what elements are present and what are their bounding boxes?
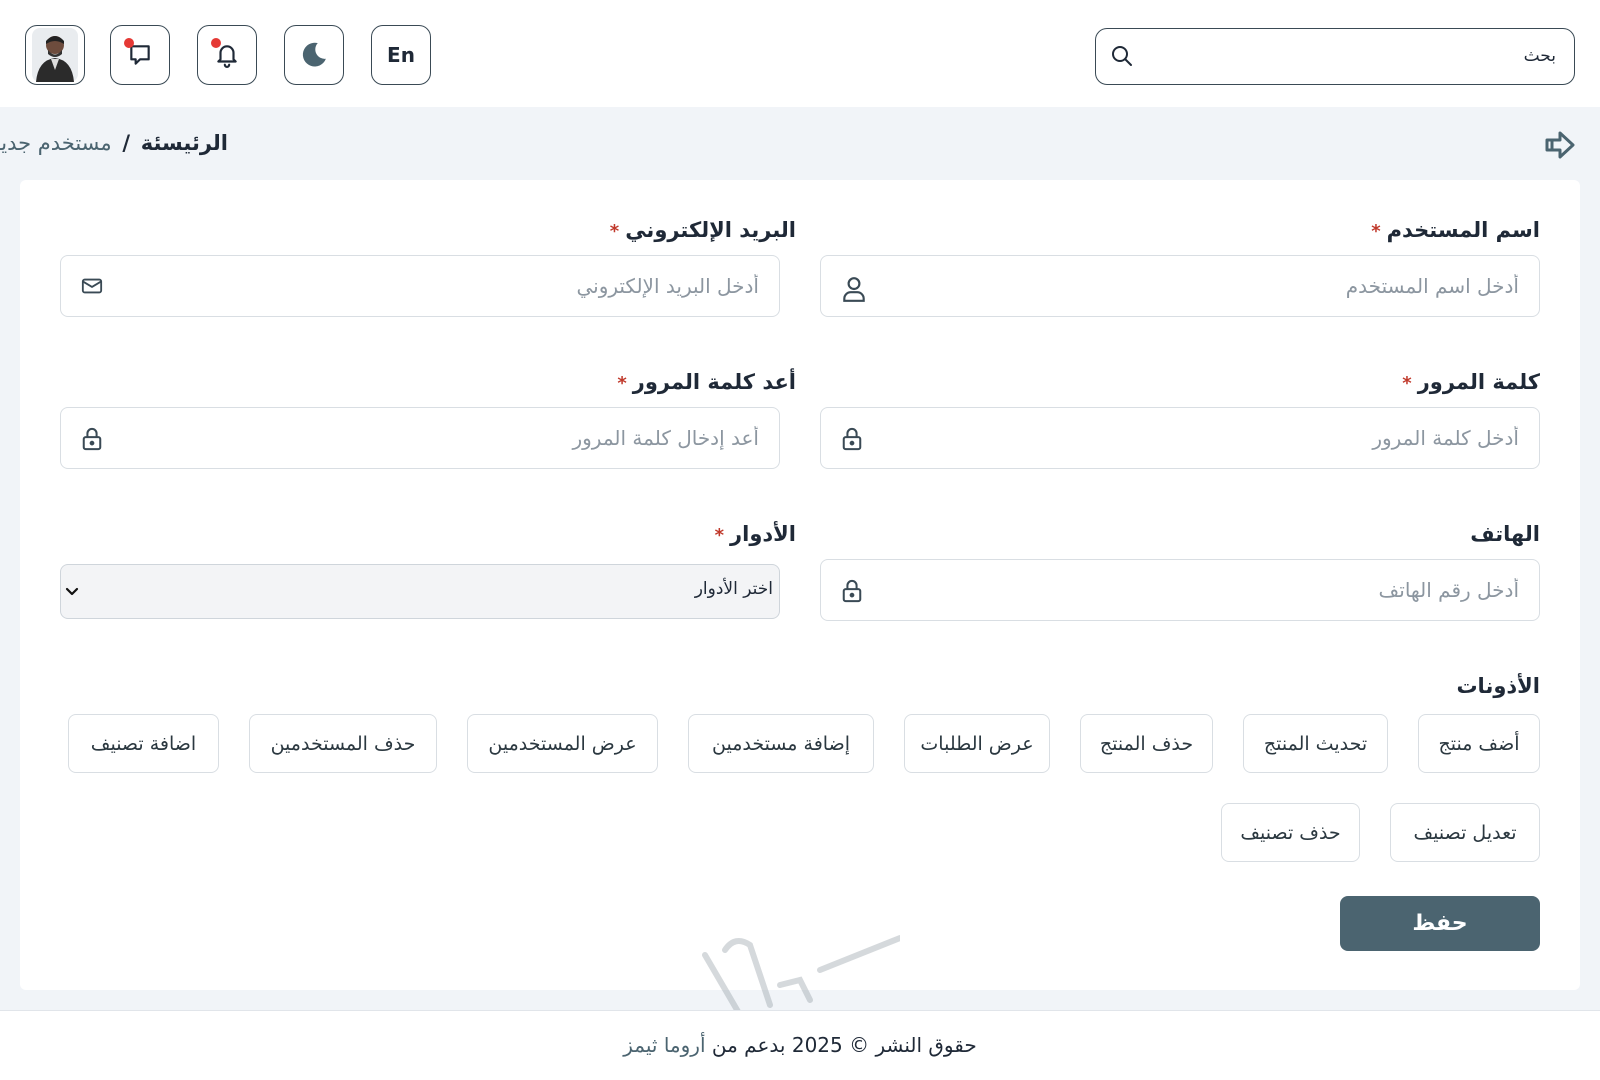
username-field (820, 255, 1540, 317)
notification-dot (124, 38, 134, 48)
theme-toggle-button[interactable] (284, 25, 344, 85)
confirm-password-input[interactable] (149, 420, 759, 456)
permissions-label-text: الأذونات (1456, 674, 1540, 698)
permission-chip-delete-product[interactable]: حذف المنتج (1080, 714, 1213, 773)
lock-icon (842, 579, 862, 603)
password-field (820, 407, 1540, 469)
search-input[interactable] (1146, 37, 1556, 75)
email-label: البريد الإلكتروني* (610, 218, 796, 242)
email-input[interactable] (149, 268, 759, 304)
password-label-text: كلمة المرور (1417, 370, 1540, 394)
mail-icon (81, 278, 103, 294)
breadcrumb-current: مستخدم جديد (0, 131, 112, 155)
language-label: En (387, 43, 415, 67)
password-input[interactable] (909, 420, 1519, 456)
required-mark: * (1402, 373, 1412, 394)
copyright-text: حقوق النشر © 2025 بدعم من (711, 1033, 977, 1057)
user-avatar-button[interactable] (25, 25, 85, 85)
user-icon (843, 277, 865, 302)
roles-select[interactable]: اختر الأدوار (60, 564, 780, 619)
watermark-graphic (702, 935, 900, 1018)
permission-chip-add-category[interactable]: اضافة تصنيف (68, 714, 219, 773)
lock-icon (842, 427, 862, 451)
permission-chip-view-users[interactable]: عرض المستخدمين (467, 714, 658, 773)
confirm-password-label-text: أعد كلمة المرور (632, 370, 796, 394)
footer-copyright: حقوق النشر © 2025 بدعم من أروما ثيمز (0, 1033, 1600, 1057)
breadcrumb-home[interactable]: الرئيسئة (141, 131, 228, 155)
new-user-form: اسم المستخدم* البريد الإلكتروني* كلمة ال… (20, 180, 1580, 990)
confirm-password-label: أعد كلمة المرور* (617, 370, 796, 394)
language-toggle-button[interactable]: En (371, 25, 431, 85)
search-box (1095, 28, 1575, 85)
search-icon[interactable] (1110, 44, 1134, 68)
roles-selected-value: اختر الأدوار (694, 579, 773, 599)
confirm-password-field (60, 407, 780, 469)
required-mark: * (1371, 221, 1381, 242)
permission-chip-delete-category[interactable]: حذف تصنيف (1221, 803, 1360, 862)
logout-arrow-icon[interactable] (1544, 130, 1576, 160)
permission-chip-view-orders[interactable]: عرض الطلبات (904, 714, 1050, 773)
phone-field (820, 559, 1540, 621)
permission-chip-edit-category[interactable]: تعديل تصنيف (1390, 803, 1540, 862)
footer-brand-link[interactable]: أروما ثيمز (623, 1033, 705, 1057)
permission-chip-delete-users[interactable]: حذف المستخدمين (249, 714, 437, 773)
permission-chip-add-product[interactable]: أضف منتج (1418, 714, 1540, 773)
top-header: En (0, 0, 1600, 107)
required-mark: * (609, 221, 620, 242)
permission-chip-add-users[interactable]: إضافة مستخدمين (688, 714, 874, 773)
lock-icon (82, 427, 102, 451)
chevron-down-icon (65, 587, 79, 596)
phone-label-text: الهاتف (1470, 522, 1540, 546)
username-label-text: اسم المستخدم (1386, 218, 1540, 242)
username-label: اسم المستخدم* (1371, 218, 1540, 242)
username-input[interactable] (909, 268, 1519, 304)
notification-dot (211, 38, 221, 48)
notifications-button[interactable] (197, 25, 257, 85)
messages-button[interactable] (110, 25, 170, 85)
required-mark: * (714, 525, 725, 546)
permissions-label: الأذونات (1456, 674, 1540, 698)
avatar (32, 28, 78, 82)
phone-input[interactable] (909, 572, 1519, 608)
permission-chip-update-product[interactable]: تحديث المنتج (1243, 714, 1388, 773)
email-field (60, 255, 780, 317)
email-label-text: البريد الإلكتروني (625, 218, 796, 242)
password-label: كلمة المرور* (1402, 370, 1540, 394)
page-footer: حقوق النشر © 2025 بدعم من أروما ثيمز (0, 1010, 1600, 1080)
roles-label-text: الأدوار (730, 522, 796, 546)
phone-label: الهاتف (1470, 522, 1540, 546)
required-mark: * (617, 373, 627, 394)
roles-label: الأدوار* (715, 522, 796, 546)
moon-icon (302, 42, 326, 67)
breadcrumb-separator: / (122, 131, 131, 155)
breadcrumb: الرئيسئة / مستخدم جديد (0, 131, 228, 155)
save-button[interactable]: حفظ (1340, 896, 1540, 951)
